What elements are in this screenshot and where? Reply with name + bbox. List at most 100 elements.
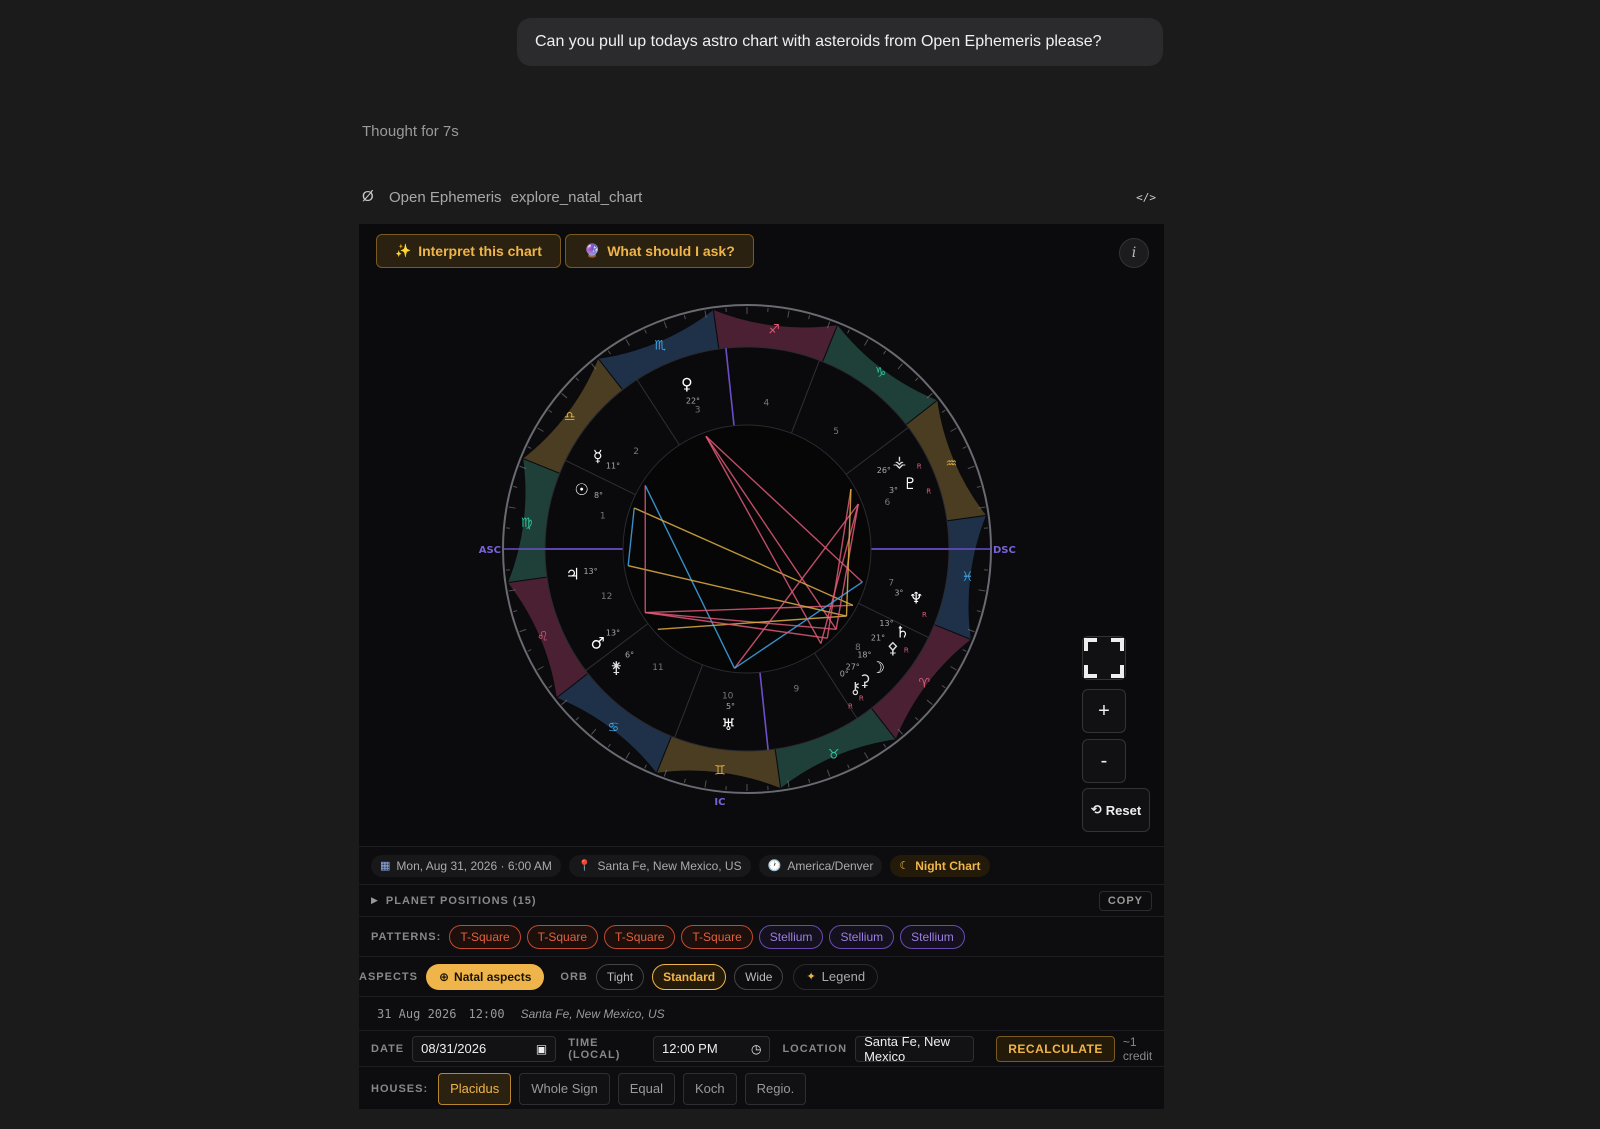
degree-tick bbox=[883, 350, 887, 355]
location-label: LOCATION bbox=[782, 1042, 848, 1055]
chart-canvas-area[interactable]: ✨ Interpret this chart 🔮 What should I ask… bbox=[359, 224, 1164, 846]
sign-glyph: ♓ bbox=[962, 570, 974, 585]
date-chip-text: Mon, Aug 31, 2026 · 6:00 AM bbox=[396, 858, 552, 873]
date-label: DATE bbox=[371, 1042, 405, 1055]
pattern-pill[interactable]: Stellium bbox=[900, 924, 965, 949]
planet-degree: 26° bbox=[877, 466, 891, 475]
reset-label: Reset bbox=[1105, 802, 1142, 818]
degree-tick bbox=[926, 699, 933, 705]
house-number: 3 bbox=[695, 405, 701, 415]
night-chart-text: Night Chart bbox=[915, 858, 981, 873]
sign-glyph: ♋ bbox=[608, 720, 620, 735]
orb-standard[interactable]: Standard bbox=[652, 963, 727, 990]
degree-tick bbox=[548, 685, 553, 689]
house-whole-sign[interactable]: Whole Sign bbox=[519, 1072, 610, 1105]
degree-tick bbox=[537, 666, 544, 671]
house-equal[interactable]: Equal bbox=[617, 1072, 675, 1105]
sign-glyph: ♊ bbox=[714, 763, 726, 778]
degree-tick bbox=[683, 315, 686, 320]
house-systems-row: HOUSES: Placidus Whole Sign Equal Koch R… bbox=[359, 1066, 1164, 1110]
house-number: 10 bbox=[722, 692, 734, 702]
fullscreen-icon[interactable] bbox=[1082, 636, 1126, 680]
degree-tick bbox=[847, 764, 850, 769]
planet-degree: 5° bbox=[726, 702, 735, 711]
copy-button[interactable]: COPY bbox=[1098, 890, 1152, 911]
ephemeris-logo-icon: Ø bbox=[362, 188, 374, 205]
degree-tick bbox=[962, 446, 967, 449]
pattern-pill[interactable]: Stellium bbox=[758, 924, 824, 949]
degree-tick bbox=[847, 329, 850, 334]
house-regio[interactable]: Regio. bbox=[744, 1072, 807, 1105]
planet-degree: 3° bbox=[894, 589, 903, 598]
degree-tick bbox=[513, 610, 518, 613]
degree-tick bbox=[683, 778, 686, 783]
degree-tick bbox=[561, 393, 568, 399]
date-field[interactable]: 08/31/2026 ▣ bbox=[412, 1035, 557, 1062]
planet-degree: 6° bbox=[625, 651, 634, 660]
tool-call-header[interactable]: Ø Open Ephemeris explore_natal_chart </> bbox=[362, 184, 1162, 210]
chart-form: DATE 08/31/2026 ▣ TIME (LOCAL) 12:00 PM ◷ … bbox=[359, 1030, 1164, 1066]
recalculate-button[interactable]: RECALCULATE bbox=[996, 1035, 1115, 1062]
planet-degree: 13° bbox=[879, 619, 893, 628]
degree-tick bbox=[607, 743, 611, 748]
astro-wheel: ♍♎♏♐♑♒♓♈♉♊♋♌123456789101112ASCDSCMCIC☉8°… bbox=[479, 304, 1016, 808]
planet-glyph: ⚵ bbox=[610, 658, 622, 677]
zoom-in-button[interactable]: + bbox=[1082, 689, 1126, 733]
reset-icon: ⟲ bbox=[1090, 802, 1102, 817]
degree-tick bbox=[962, 649, 967, 652]
code-icon[interactable]: </> bbox=[1136, 191, 1156, 204]
reset-button[interactable]: ⟲ Reset bbox=[1082, 788, 1150, 832]
degree-tick bbox=[575, 377, 580, 382]
planet-positions-toggle[interactable]: ▶ PLANET POSITIONS (15) COPY bbox=[359, 884, 1164, 916]
degree-tick bbox=[864, 339, 869, 346]
credit-note: ~1 credit bbox=[1122, 1034, 1153, 1063]
degree-tick bbox=[644, 329, 647, 334]
pattern-pill[interactable]: T-Square bbox=[449, 924, 521, 949]
planet-degree: 21° bbox=[871, 633, 885, 642]
pattern-pill[interactable]: T-Square bbox=[604, 924, 676, 949]
house-number: 5 bbox=[833, 427, 839, 437]
planet-glyph: ☽ bbox=[871, 658, 885, 677]
pattern-pill[interactable]: T-Square bbox=[681, 924, 753, 949]
tz-chip: 🕐 America/Denver bbox=[758, 854, 883, 877]
zoom-out-button[interactable]: - bbox=[1082, 739, 1126, 783]
date-chip: ▦ Mon, Aug 31, 2026 · 6:00 AM bbox=[371, 854, 561, 877]
moon-icon: ☾ bbox=[899, 860, 910, 872]
orb-tight[interactable]: Tight bbox=[595, 963, 645, 990]
pattern-pill[interactable]: T-Square bbox=[526, 924, 599, 949]
degree-tick bbox=[548, 409, 553, 413]
sign-glyph: ♒ bbox=[946, 456, 958, 471]
degree-tick bbox=[976, 610, 981, 613]
location-field[interactable]: Santa Fe, New Mexico bbox=[855, 1034, 975, 1064]
planet-glyph: ⚶ bbox=[893, 452, 907, 471]
pattern-pill[interactable]: Stellium bbox=[829, 924, 895, 949]
time-value: 12:00 PM bbox=[662, 1041, 718, 1056]
sign-glyph: ♎ bbox=[564, 409, 576, 424]
natal-aspects-toggle[interactable]: ⊕ Natal aspects bbox=[425, 963, 545, 990]
date-value: 08/31/2026 bbox=[421, 1041, 487, 1056]
degree-tick bbox=[644, 764, 647, 769]
tool-provider: Open Ephemeris bbox=[389, 188, 502, 206]
planet-degree: 22° bbox=[686, 397, 700, 406]
degree-tick bbox=[826, 769, 831, 777]
time-field[interactable]: 12:00 PM ◷ bbox=[653, 1035, 771, 1062]
clock-icon[interactable]: ◷ bbox=[751, 1042, 761, 1056]
sign-glyph: ♌ bbox=[537, 630, 549, 645]
house-number: 11 bbox=[652, 663, 663, 673]
planet-glyph: ♆ bbox=[909, 589, 923, 608]
house-koch[interactable]: Koch bbox=[683, 1072, 737, 1105]
thought-toggle[interactable]: Thought for 7s bbox=[362, 123, 459, 140]
orb-wide[interactable]: Wide bbox=[734, 963, 784, 990]
house-placidus[interactable]: Placidus bbox=[438, 1072, 512, 1105]
tool-name: explore_natal_chart bbox=[510, 188, 643, 206]
place-chip-text: Santa Fe, New Mexico, US bbox=[597, 858, 742, 873]
sign-glyph: ♑ bbox=[875, 366, 887, 381]
planet-degree: 13° bbox=[583, 567, 597, 576]
calendar-icon[interactable]: ▣ bbox=[536, 1042, 547, 1056]
houses-label: HOUSES: bbox=[371, 1082, 429, 1095]
legend-button[interactable]: ✦ Legend bbox=[793, 963, 879, 990]
aspects-row: ASPECTS ⊕ Natal aspects ORB Tight Standar… bbox=[359, 956, 1164, 996]
summary-place: Santa Fe, New Mexico, US bbox=[520, 1006, 665, 1021]
planet-glyph: ♀ bbox=[681, 375, 693, 394]
house-number: 7 bbox=[888, 578, 894, 588]
